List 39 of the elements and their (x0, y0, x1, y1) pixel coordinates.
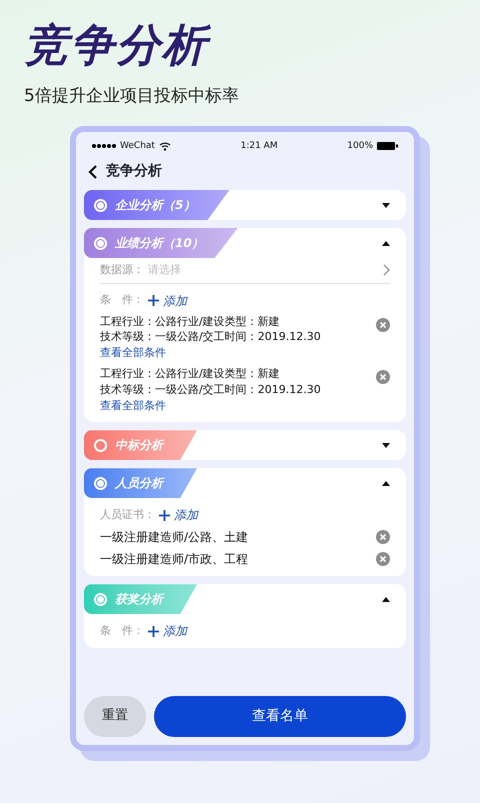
battery-icon (377, 142, 398, 150)
reset-button[interactable]: 重置 (84, 696, 146, 736)
view-all-link[interactable]: 查看全部条件 (100, 398, 368, 414)
wifi-icon (158, 141, 171, 152)
plus-icon (148, 626, 159, 637)
view-all-link[interactable]: 查看全部条件 (100, 345, 368, 362)
close-icon[interactable] (376, 370, 390, 384)
certificate-text: 一级注册建造师/市政、工程 (100, 551, 248, 568)
caret-icon[interactable] (382, 240, 390, 246)
field-label: 条 件： (100, 623, 144, 639)
signal-icon (92, 143, 116, 150)
condition-text: 工程行业：公路行业/建设类型：新建 (100, 314, 281, 330)
battery-level: 100% (347, 140, 373, 152)
chevron-right-icon (383, 264, 390, 276)
condition-text: 工程行业：公路行业/建设类型：新建 (100, 366, 281, 382)
close-icon[interactable] (376, 552, 390, 566)
caret-icon[interactable] (382, 480, 390, 487)
subtitle: 5倍提升企业项目投标中标率 (24, 85, 240, 108)
back-icon[interactable] (88, 164, 98, 178)
field-label: 条 件： (100, 292, 144, 308)
view-list-button[interactable]: 查看名单 (154, 696, 406, 736)
caret-icon[interactable] (382, 202, 390, 208)
add-link[interactable]: 添加 (159, 506, 198, 524)
close-icon[interactable] (376, 318, 390, 332)
headline: 竞争分析 (24, 24, 456, 68)
plus-icon (159, 510, 170, 521)
plus-icon (148, 295, 159, 306)
add-link[interactable]: 添加 (148, 292, 187, 310)
status-time: 1:21 AM (240, 140, 278, 152)
page-title: 竞争分析 (106, 162, 162, 181)
caret-icon[interactable] (382, 442, 390, 449)
caret-icon[interactable] (382, 596, 390, 603)
condition-text: 技术等级：一级公路/交工时间：2019.12.30 (100, 382, 322, 398)
condition-text: 技术等级：一级公路/交工时间：2019.12.30 (100, 329, 322, 346)
certificate-text: 一级注册建造师/公路、土建 (100, 529, 248, 546)
carrier-name: WeChat (120, 140, 155, 152)
field-label: 人员证书： (100, 507, 155, 523)
add-link[interactable]: 添加 (148, 622, 187, 640)
close-icon[interactable] (376, 530, 390, 544)
